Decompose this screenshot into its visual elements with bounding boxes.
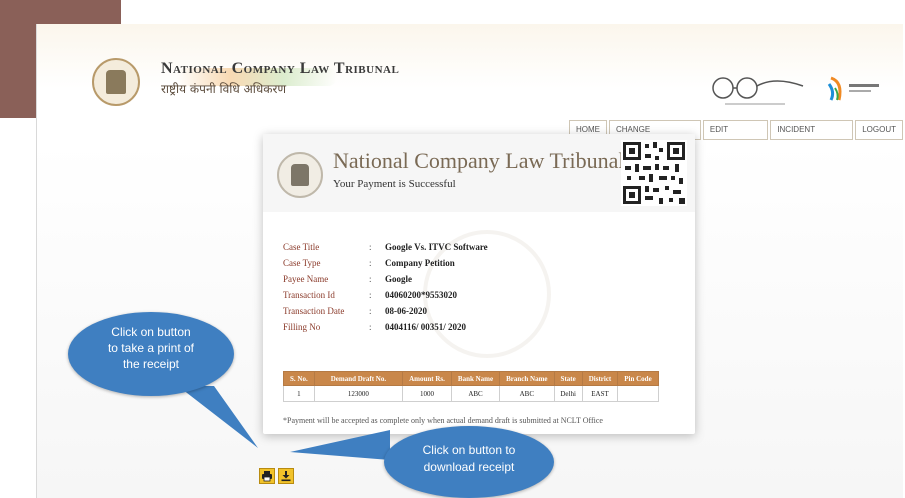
callout-line: the receipt [122, 357, 180, 371]
download-callout: Click on button to download receipt [384, 426, 554, 498]
callout-pointers [178, 386, 390, 460]
print-callout: Click on button to take a print of the r… [68, 312, 234, 396]
callout-line: Click on button [111, 325, 191, 339]
callout-line: Click on button to [422, 443, 516, 457]
callout-line: download receipt [423, 460, 515, 474]
callout-line: to take a print of [107, 341, 195, 355]
